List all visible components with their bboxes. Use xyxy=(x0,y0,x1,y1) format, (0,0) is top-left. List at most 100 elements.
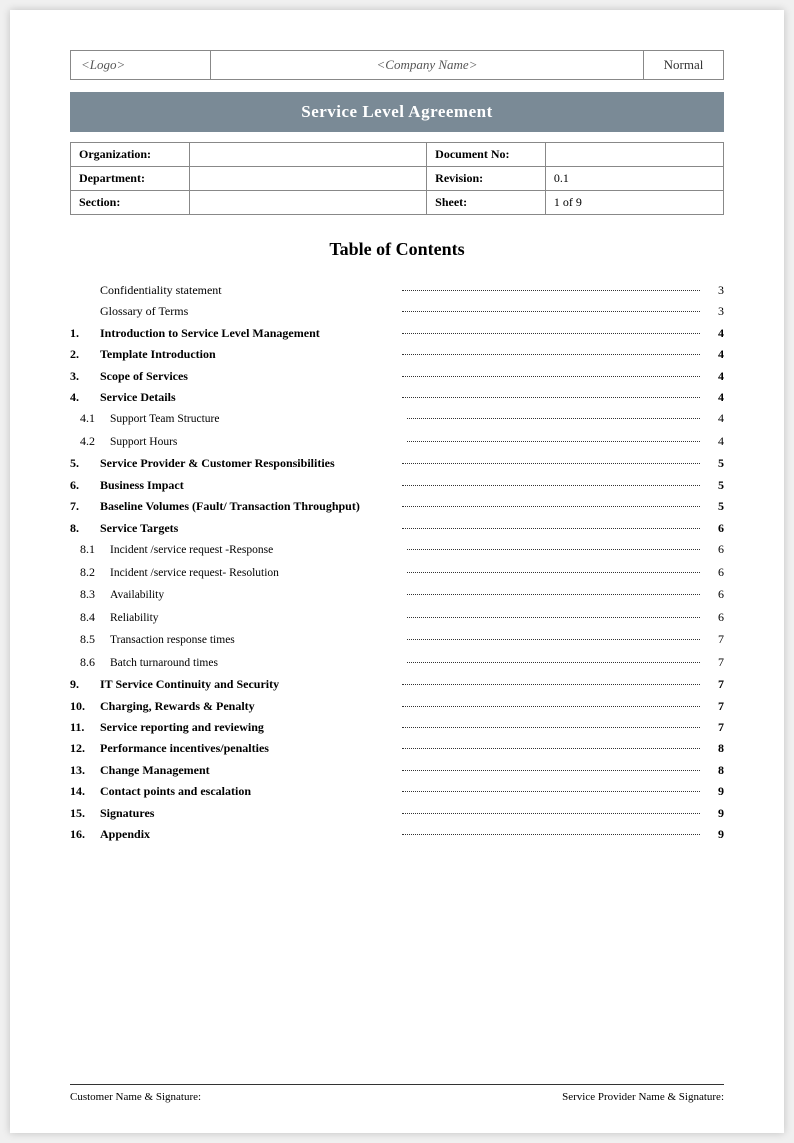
toc-item-num: 4.2 xyxy=(70,431,110,451)
docno-value xyxy=(545,143,723,167)
footer-right: Service Provider Name & Signature: xyxy=(562,1091,724,1103)
toc-item-num: 6. xyxy=(70,475,100,495)
toc-item-dots xyxy=(407,538,700,550)
sheet-label: Sheet: xyxy=(427,191,546,215)
toc-item-num: 14. xyxy=(70,781,100,801)
toc-item-page: 9 xyxy=(704,824,724,844)
toc-item-dots xyxy=(407,583,700,595)
toc-item: 12.Performance incentives/penalties8 xyxy=(70,738,724,758)
toc-item-dots xyxy=(407,407,700,419)
toc-item-page: 4 xyxy=(704,344,724,364)
toc-item-num: 2. xyxy=(70,344,100,364)
toc-item-num: 8.2 xyxy=(70,562,110,582)
toc-item-page: 8 xyxy=(704,760,724,780)
toc-item-num: 7. xyxy=(70,496,100,516)
toc-item-dots xyxy=(402,517,700,529)
toc-item-num: 16. xyxy=(70,824,100,844)
toc-item: 6.Business Impact5 xyxy=(70,475,724,495)
dept-value xyxy=(189,167,426,191)
toc-item-dots xyxy=(402,300,700,312)
toc-item: Glossary of Terms3 xyxy=(70,301,724,321)
toc-item-page: 4 xyxy=(704,431,724,451)
revision-label: Revision: xyxy=(427,167,546,191)
toc-item-num: 11. xyxy=(70,717,100,737)
toc-item-label: Service Provider & Customer Responsibili… xyxy=(100,453,398,473)
toc-item-dots xyxy=(402,343,700,355)
toc-item-page: 6 xyxy=(704,518,724,538)
toc-item-dots xyxy=(402,780,700,792)
toc-item-label: Support Team Structure xyxy=(110,410,403,430)
normal-label: Normal xyxy=(664,57,704,72)
toc-item: 8.4Reliability 6 xyxy=(70,607,724,629)
toc-item: 2.Template Introduction4 xyxy=(70,344,724,364)
toc-item-label: Contact points and escalation xyxy=(100,781,398,801)
toc-item-num: 8.4 xyxy=(70,607,110,627)
toc-item: 13.Change Management8 xyxy=(70,760,724,780)
toc-item: 10.Charging, Rewards & Penalty7 xyxy=(70,696,724,716)
toc-item: 8.6Batch turnaround times7 xyxy=(70,652,724,674)
toc-item-label: Service Details xyxy=(100,387,398,407)
toc-item-num: 8.6 xyxy=(70,652,110,672)
toc-item-page: 7 xyxy=(704,652,724,672)
toc-container: Confidentiality statement3Glossary of Te… xyxy=(70,280,724,844)
toc-item: 16.Appendix 9 xyxy=(70,824,724,844)
toc-item-page: 6 xyxy=(704,562,724,582)
toc-item: 4.2Support Hours 4 xyxy=(70,431,724,453)
toc-item: 8.Service Targets6 xyxy=(70,518,724,538)
toc-item: 8.1Incident /service request -Response 6 xyxy=(70,539,724,561)
toc-item: 7.Baseline Volumes (Fault/ Transaction T… xyxy=(70,496,724,516)
toc-item: 3.Scope of Services4 xyxy=(70,366,724,386)
toc-item-page: 7 xyxy=(704,629,724,649)
toc-item-label: Signatures xyxy=(100,803,398,823)
toc-item: 11.Service reporting and reviewing7 xyxy=(70,717,724,737)
docno-label: Document No: xyxy=(427,143,546,167)
toc-item-dots xyxy=(407,561,700,573)
toc-item-num: 8.1 xyxy=(70,539,110,559)
toc-item-num: 9. xyxy=(70,674,100,694)
toc-item-num: 8.5 xyxy=(70,629,110,649)
toc-item-dots xyxy=(402,452,700,464)
toc-item-label: Support Hours xyxy=(110,433,403,453)
toc-item-dots xyxy=(402,716,700,728)
page: <Logo> <Company Name> Normal Service Lev… xyxy=(10,10,784,1133)
toc-item-dots xyxy=(402,322,700,334)
toc-item-page: 5 xyxy=(704,453,724,473)
toc-item-num: 1. xyxy=(70,323,100,343)
normal-cell: Normal xyxy=(644,51,724,80)
toc-item-num: 5. xyxy=(70,453,100,473)
toc-item-num: 8.3 xyxy=(70,584,110,604)
toc-item-label: Scope of Services xyxy=(100,366,398,386)
toc-item-num: 12. xyxy=(70,738,100,758)
toc-item-page: 7 xyxy=(704,717,724,737)
revision-value: 0.1 xyxy=(545,167,723,191)
toc-item-label: Incident /service request -Response xyxy=(110,541,403,561)
toc-title: Table of Contents xyxy=(70,239,724,260)
toc-item-page: 6 xyxy=(704,539,724,559)
logo-cell: <Logo> xyxy=(71,51,211,80)
toc-item-label: Performance incentives/penalties xyxy=(100,738,398,758)
toc-item-dots xyxy=(402,279,700,291)
toc-item-num: 8. xyxy=(70,518,100,538)
toc-item-page: 7 xyxy=(704,674,724,694)
toc-item-dots xyxy=(402,365,700,377)
toc-item-label: Reliability xyxy=(110,609,403,629)
toc-item: 4.Service Details4 xyxy=(70,387,724,407)
toc-item-page: 4 xyxy=(704,323,724,343)
toc-item-label: Incident /service request- Resolution xyxy=(110,564,403,584)
toc-item-label: IT Service Continuity and Security xyxy=(100,674,398,694)
toc-item: 8.3Availability6 xyxy=(70,584,724,606)
title-banner: Service Level Agreement xyxy=(70,92,724,132)
toc-item: 4.1Support Team Structure4 xyxy=(70,408,724,430)
section-label: Section: xyxy=(71,191,190,215)
toc-item-dots xyxy=(402,737,700,749)
toc-item-page: 5 xyxy=(704,475,724,495)
toc-item-dots xyxy=(402,474,700,486)
dept-label: Department: xyxy=(71,167,190,191)
title-text: Service Level Agreement xyxy=(301,102,493,121)
toc-item-page: 6 xyxy=(704,607,724,627)
logo-text: <Logo> xyxy=(81,57,125,72)
toc-item-page: 6 xyxy=(704,584,724,604)
toc-item-num: 10. xyxy=(70,696,100,716)
toc-item-label: Transaction response times xyxy=(110,631,403,651)
toc-item-label: Appendix xyxy=(100,824,398,844)
